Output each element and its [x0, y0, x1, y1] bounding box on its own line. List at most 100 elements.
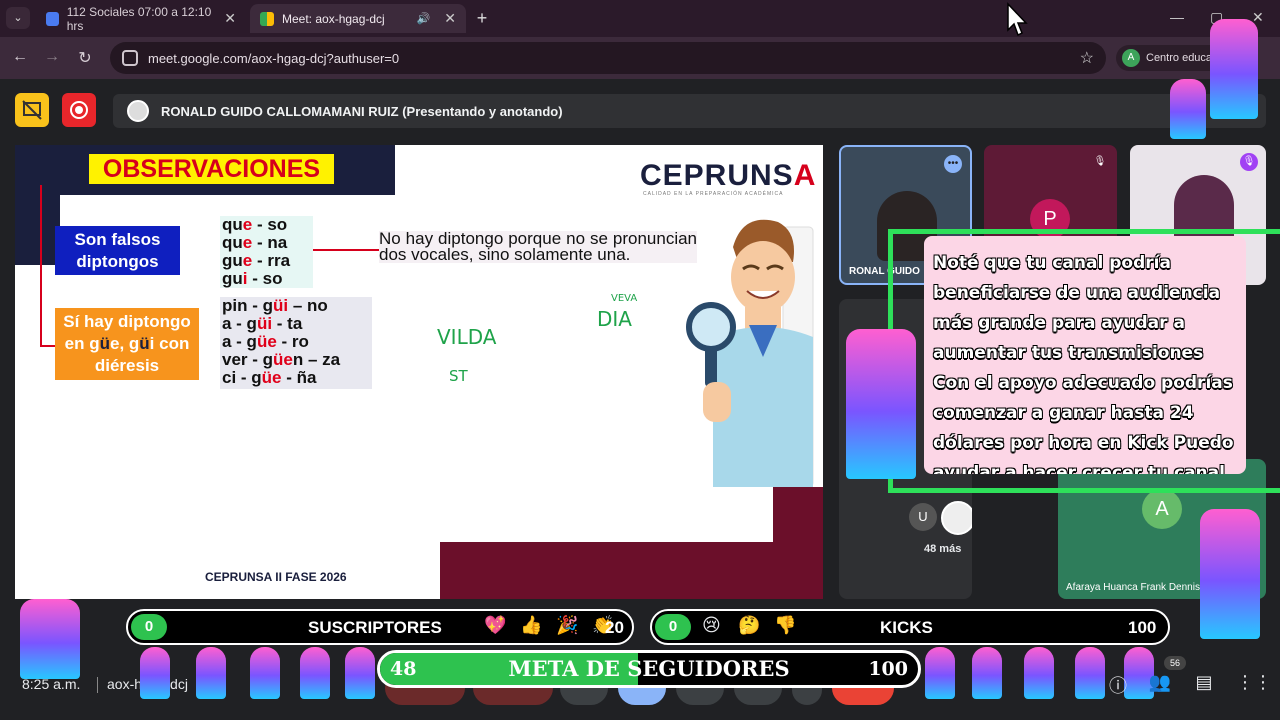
participant-name-text: RONAL — [849, 266, 885, 277]
word-part: n – za — [292, 350, 341, 369]
word-part: qu — [222, 215, 243, 234]
logo-subtitle: CALIDAD EN LA PREPARACIÓN ACADÉMICA — [643, 191, 784, 197]
word-part: - ro — [276, 332, 309, 351]
connector-line — [40, 345, 56, 347]
slide-title: OBSERVACIONES — [89, 154, 334, 184]
explanation-text: No hay diptongo porque no se pronuncian … — [379, 229, 697, 264]
slide-footer-band — [440, 542, 823, 599]
thinking-emoji-icon: 🤔 — [738, 615, 761, 636]
word-part: pin - g — [222, 296, 273, 315]
more-participants-label: 48 más — [924, 543, 962, 555]
teacher-illustration — [686, 219, 814, 488]
tab-label: 112 Sociales 07:00 a 12:10 hrs — [66, 4, 212, 33]
browser-tab-bar: ⌄ 112 Sociales 07:00 a 12:10 hrs ✕ Meet:… — [0, 0, 1280, 37]
word-part: gu — [222, 269, 243, 288]
bookmark-star-icon[interactable]: ☆ — [1080, 48, 1094, 68]
handwritten-note: DIA — [597, 307, 632, 331]
subs-goal: 20 — [605, 618, 624, 637]
site-info-icon[interactable] — [122, 50, 138, 66]
logo-accent-text: A — [793, 159, 817, 192]
word-part: - ta — [272, 314, 303, 333]
reload-icon[interactable]: ↻ — [75, 48, 95, 68]
goal-current: 48 — [390, 658, 417, 680]
word-part: – no — [288, 296, 328, 315]
tab-meet[interactable]: Meet: aox-hgag-dcj 🔊 ✕ — [250, 4, 466, 33]
box-line: Sí hay diptongo — [63, 312, 191, 331]
thumbs-up-emoji-icon: 👍 — [520, 615, 543, 636]
record-icon[interactable] — [62, 93, 96, 127]
box-text: ü — [139, 334, 150, 353]
connector-line — [40, 185, 42, 345]
word-part: gu — [222, 251, 243, 270]
minimize-icon[interactable]: — — [1170, 9, 1184, 25]
forward-icon[interactable]: → — [42, 48, 62, 66]
word-part: a - g — [222, 332, 257, 351]
more-participants-avatar: U — [909, 503, 937, 531]
tab-list-button[interactable]: ⌄ — [6, 7, 30, 29]
word-row: a - güi - ta — [222, 315, 372, 333]
back-icon[interactable]: ← — [10, 48, 30, 66]
activities-icon[interactable]: ⋮⋮ — [1236, 672, 1272, 693]
mic-off-icon: 🎙 — [1093, 156, 1107, 167]
participant-name: Afaraya Huanca Frank Dennis — [1066, 582, 1200, 593]
llama-sticker-icon — [1200, 509, 1260, 639]
classroom-favicon-icon — [46, 11, 59, 26]
word-part: ci - g — [222, 368, 262, 387]
info-icon[interactable]: ⓘ — [1106, 672, 1130, 698]
word-row: que - so — [222, 216, 313, 234]
tab-sociales[interactable]: 112 Sociales 07:00 a 12:10 hrs ✕ — [36, 4, 246, 33]
word-row: ci - güe - ña — [222, 369, 372, 387]
box-text: i con — [149, 334, 190, 353]
subs-count: 0 — [131, 614, 167, 640]
close-tab-icon[interactable]: ✕ — [224, 10, 236, 27]
word-part: qu — [222, 233, 243, 252]
llama-sticker-icon — [925, 647, 955, 699]
people-icon[interactable]: 👥 — [1148, 672, 1172, 693]
llama-sticker-icon — [250, 647, 280, 699]
box-line: diptongos — [76, 252, 159, 271]
kicks-goal: 100 — [1128, 618, 1157, 637]
kicks-bar: 0 😢 🤔 👎 KICKS 100 — [650, 609, 1170, 645]
false-diphthong-box: Son falsos diptongos — [55, 226, 180, 275]
word-row: a - güe - ro — [222, 333, 372, 351]
new-tab-button[interactable]: + — [472, 8, 492, 29]
box-line: diéresis — [94, 356, 160, 375]
word-part: - na — [252, 233, 288, 252]
word-row: gui - so — [222, 270, 313, 288]
hide-presentation-icon[interactable] — [15, 93, 49, 127]
tab-label: Meet: aox-hgag-dcj — [282, 11, 385, 26]
promo-message: Noté que tu canal podría beneficiarse de… — [924, 236, 1246, 474]
llama-sticker-icon — [972, 647, 1002, 699]
mic-off-icon: 🎙 — [1240, 153, 1258, 171]
box-text: en g — [64, 334, 100, 353]
kicks-count: 0 — [655, 614, 691, 640]
llama-sticker-icon — [345, 647, 375, 699]
slide-side-band — [15, 145, 60, 265]
more-options-icon[interactable]: ••• — [944, 155, 962, 173]
close-tab-icon[interactable]: ✕ — [444, 10, 456, 27]
meet-area: RONALD GUIDO CALLOMAMANI RUIZ (Presentan… — [0, 19, 1280, 720]
word-part: - rra — [252, 251, 291, 270]
party-emoji-icon: 🎉 — [556, 615, 579, 636]
kicks-label: KICKS — [880, 618, 933, 637]
llama-sticker-icon — [20, 599, 80, 679]
false-diphthong-words: que - so que - na gue - rra gui - so — [220, 216, 313, 288]
llama-sticker-icon — [846, 329, 916, 479]
presenter-banner: RONALD GUIDO CALLOMAMANI RUIZ (Presentan… — [113, 94, 1266, 128]
llama-sticker-icon — [300, 647, 330, 699]
mouse-cursor-icon — [1007, 2, 1028, 37]
profile-avatar: A — [1122, 49, 1140, 67]
slide-footer-text: CEPRUNSA II FASE 2026 — [205, 570, 347, 584]
llama-sticker-icon — [196, 647, 226, 699]
word-part: e — [242, 251, 253, 270]
speaker-icon[interactable]: 🔊 — [417, 12, 431, 25]
word-part: e — [242, 233, 253, 252]
chat-icon[interactable]: ▤ — [1192, 672, 1216, 693]
url-field[interactable]: meet.google.com/aox-hgag-dcj?authuser=0 … — [110, 42, 1106, 74]
llama-sticker-icon — [1024, 647, 1054, 699]
box-text: e, g — [109, 334, 140, 353]
word-part: ver - g — [222, 350, 274, 369]
heart-emoji-icon: 💖 — [484, 615, 507, 636]
true-diphthong-words: pin - güi – no a - güi - ta a - güe - ro… — [220, 297, 372, 389]
llama-sticker-icon — [1075, 647, 1105, 699]
